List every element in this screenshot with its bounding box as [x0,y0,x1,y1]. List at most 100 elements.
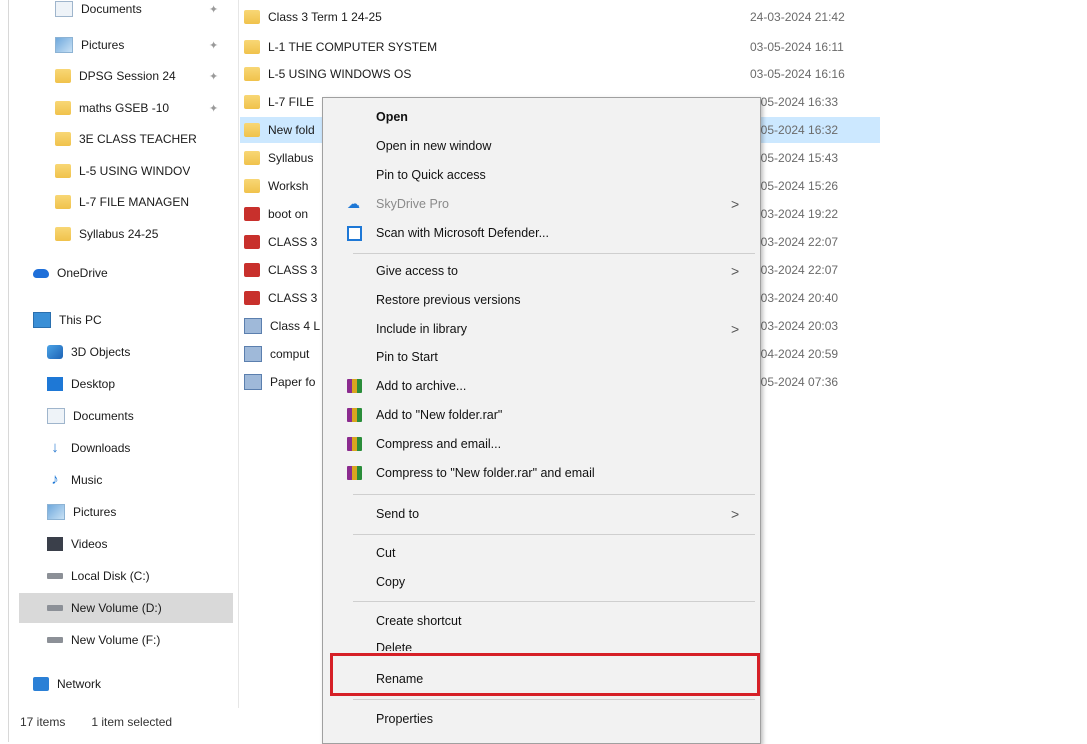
menu-item-include-library[interactable]: Include in library > [323,316,760,342]
pdf-icon [244,207,260,221]
nav-item-label: Documents [73,409,134,423]
menu-separator [353,253,755,254]
menu-item-label: Cut [376,546,396,560]
menu-item-create-shortcut[interactable]: Create shortcut [323,608,760,634]
file-row[interactable]: L-5 USING WINDOWS OS 03-05-2024 16:16 [240,61,880,87]
pane-divider[interactable] [238,0,239,708]
documents-icon [47,408,65,424]
menu-item-skydrive-pro[interactable]: ☁ SkyDrive Pro > [323,191,760,217]
pdf-icon [244,263,260,277]
nav-item-label: L-7 FILE MANAGEN [79,195,190,209]
file-date: 03-05-2024 16:16 [750,67,845,81]
nav-item-network[interactable]: Network [19,669,233,699]
nav-item-desktop[interactable]: Desktop [19,369,233,399]
file-date: 3-05-2024 16:32 [750,123,839,137]
folder-icon [55,227,71,241]
menu-item-add-archive[interactable]: Add to archive... [323,373,760,399]
nav-item-label: maths GSEB -10 [79,101,170,115]
file-row[interactable]: Class 3 Term 1 24-25 24-03-2024 21:42 [240,4,880,30]
nav-item-new-volume-d[interactable]: New Volume (D:) [19,593,233,623]
nav-item-l5-using-windows[interactable]: L-5 USING WINDOV [19,156,233,186]
word-icon [244,346,262,362]
nav-item-label: Videos [71,537,108,551]
folder-icon [55,101,71,115]
menu-item-cut[interactable]: Cut [323,540,760,566]
menu-item-open[interactable]: Open [323,104,760,130]
menu-item-label: Open [376,110,408,124]
nav-item-downloads[interactable]: ↓ Downloads [19,433,233,463]
nav-item-this-pc[interactable]: This PC [19,305,233,335]
menu-item-pin-quick-access[interactable]: Pin to Quick access [323,162,760,188]
file-name: L-1 THE COMPUTER SYSTEM [268,40,438,54]
nav-item-label: Network [57,677,102,691]
menu-item-label: Compress and email... [376,437,502,451]
nav-item-label: Local Disk (C:) [71,569,150,583]
winrar-icon [347,379,362,393]
menu-item-label: SkyDrive Pro [376,197,449,211]
nav-item-new-volume-f[interactable]: New Volume (F:) [19,625,233,655]
menu-item-compress-rar-email[interactable]: Compress to "New folder.rar" and email [323,460,760,486]
nav-item-label: Pictures [73,505,117,519]
defender-icon [347,225,362,241]
menu-item-copy[interactable]: Copy [323,569,760,595]
menu-item-restore-versions[interactable]: Restore previous versions [323,287,760,313]
menu-item-properties[interactable]: Properties [323,706,760,732]
nav-item-documents[interactable]: Documents [19,401,233,431]
menu-item-label: Add to archive... [376,379,467,393]
menu-item-label: Delete [376,641,413,651]
menu-separator [353,601,755,602]
nav-item-dpsg-session[interactable]: DPSG Session 24 ✦ [19,61,233,91]
nav-item-local-disk-c[interactable]: Local Disk (C:) [19,561,233,591]
videos-icon [47,537,63,551]
nav-item-onedrive[interactable]: OneDrive [19,258,233,288]
music-icon: ♪ [51,471,59,488]
nav-item-3e-class-teacher[interactable]: 3E CLASS TEACHER [19,124,233,154]
nav-item-videos[interactable]: Videos [19,529,233,559]
menu-item-open-new-window[interactable]: Open in new window [323,133,760,159]
nav-item-music[interactable]: ♪ Music [19,465,233,495]
menu-item-label: Pin to Start [376,350,438,364]
folder-icon [244,10,260,24]
nav-item-pictures[interactable]: Pictures [19,497,233,527]
pin-icon: ✦ [209,102,219,115]
nav-item-label: Downloads [71,441,131,455]
nav-item-documents-pinned[interactable]: Documents ✦ [19,0,233,18]
menu-item-delete[interactable]: Delete [323,637,760,651]
file-date: 8-05-2024 16:33 [750,95,839,109]
pin-icon: ✦ [209,3,219,16]
menu-item-scan-defender[interactable]: Scan with Microsoft Defender... [323,220,760,246]
menu-item-send-to[interactable]: Send to > [323,501,760,527]
nav-item-label: 3D Objects [71,345,131,359]
folder-icon [244,151,260,165]
menu-item-label: Send to [376,507,420,521]
drive-icon [47,573,63,579]
pictures-icon [55,37,73,53]
file-date: 3-05-2024 15:43 [750,151,839,165]
menu-item-give-access[interactable]: Give access to > [323,258,760,284]
menu-item-label: Restore previous versions [376,293,521,307]
menu-item-pin-start[interactable]: Pin to Start [323,344,760,370]
file-date: 5-03-2024 22:07 [750,263,839,277]
menu-item-label: Copy [376,575,406,589]
submenu-arrow-icon: > [731,506,740,522]
menu-item-label: Include in library [376,322,468,336]
menu-item-compress-email[interactable]: Compress and email... [323,431,760,457]
skydrive-icon: ☁ [347,196,360,211]
nav-item-pictures-pinned[interactable]: Pictures ✦ [19,30,233,60]
submenu-arrow-icon: > [731,196,740,212]
winrar-icon [347,466,362,480]
navigation-pane: Documents ✦ Pictures ✦ DPSG Session 24 ✦… [19,0,235,708]
winrar-icon [347,437,362,451]
nav-item-label: OneDrive [57,266,108,280]
menu-item-label: Compress to "New folder.rar" and email [376,466,595,480]
nav-item-syllabus[interactable]: Syllabus 24-25 [19,219,233,249]
nav-item-l7-file-management[interactable]: L-7 FILE MANAGEN [19,187,233,217]
nav-item-label: Pictures [81,38,125,52]
file-row[interactable]: L-1 THE COMPUTER SYSTEM 03-05-2024 16:11 [240,34,880,60]
nav-item-maths-gseb[interactable]: maths GSEB -10 ✦ [19,93,233,123]
menu-item-add-to-rar[interactable]: Add to "New folder.rar" [323,402,760,428]
word-icon [244,374,262,390]
nav-item-3d-objects[interactable]: 3D Objects [19,337,233,367]
drive-icon [47,637,63,643]
menu-item-label: Add to "New folder.rar" [376,408,503,422]
